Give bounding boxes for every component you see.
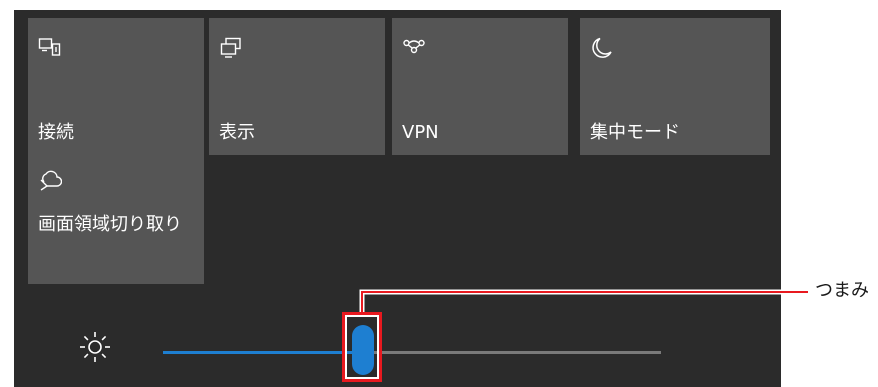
- quick-action-screen-snip[interactable]: 画面領域切り取り: [28, 154, 204, 284]
- quick-action-project[interactable]: 表示: [209, 18, 385, 155]
- brightness-slider-track[interactable]: [363, 351, 661, 354]
- quick-action-project-label: 表示: [219, 122, 255, 143]
- quick-action-connect-label: 接続: [38, 122, 74, 143]
- quick-action-connect[interactable]: 接続: [28, 18, 204, 155]
- quick-action-focus-assist-label: 集中モード: [590, 122, 680, 143]
- quick-action-screen-snip-label: 画面領域切り取り: [38, 214, 182, 235]
- quick-action-vpn[interactable]: VPN: [392, 18, 568, 155]
- thumb-highlight-box: [342, 312, 382, 382]
- project-icon: [219, 36, 243, 60]
- moon-icon: [590, 36, 614, 60]
- brightness-slider-filled-track[interactable]: [163, 351, 363, 354]
- vpn-icon: [402, 36, 426, 60]
- action-center-panel: 接続 表示 VPN 集中モード 画面領域切り取り: [14, 10, 781, 387]
- snip-icon: [38, 169, 62, 193]
- quick-action-vpn-label: VPN: [402, 122, 439, 143]
- cast-icon: [38, 36, 62, 60]
- quick-action-focus-assist[interactable]: 集中モード: [580, 18, 770, 155]
- sun-icon: [78, 330, 112, 364]
- screenshot-stage: 接続 表示 VPN 集中モード 画面領域切り取り つまみ: [0, 0, 878, 387]
- callout-label: つまみ: [815, 280, 869, 301]
